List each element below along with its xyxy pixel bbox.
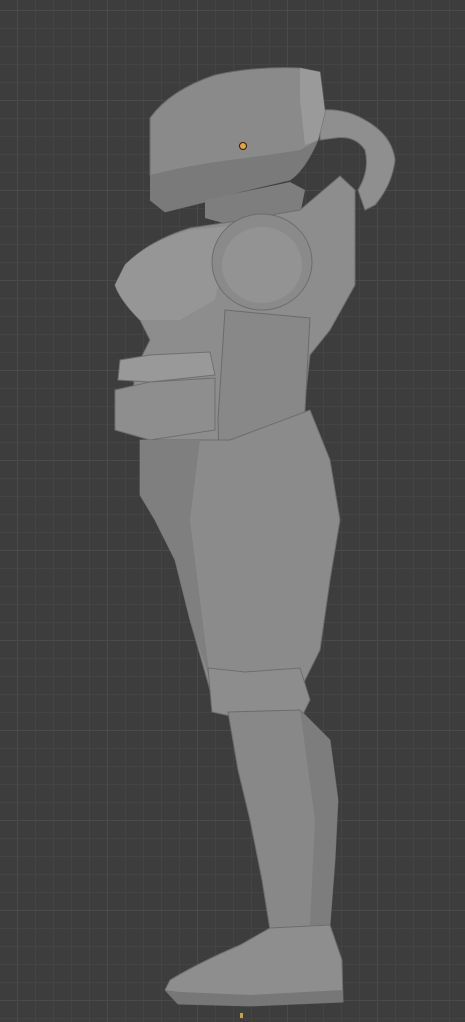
character-mesh[interactable]: [0, 0, 465, 1022]
mesh-shoulder-inner: [222, 227, 302, 303]
object-origin-dot: [239, 142, 247, 150]
world-origin-marker: [240, 1013, 243, 1018]
3d-viewport[interactable]: [0, 0, 465, 1022]
mesh-hip: [114, 377, 216, 441]
